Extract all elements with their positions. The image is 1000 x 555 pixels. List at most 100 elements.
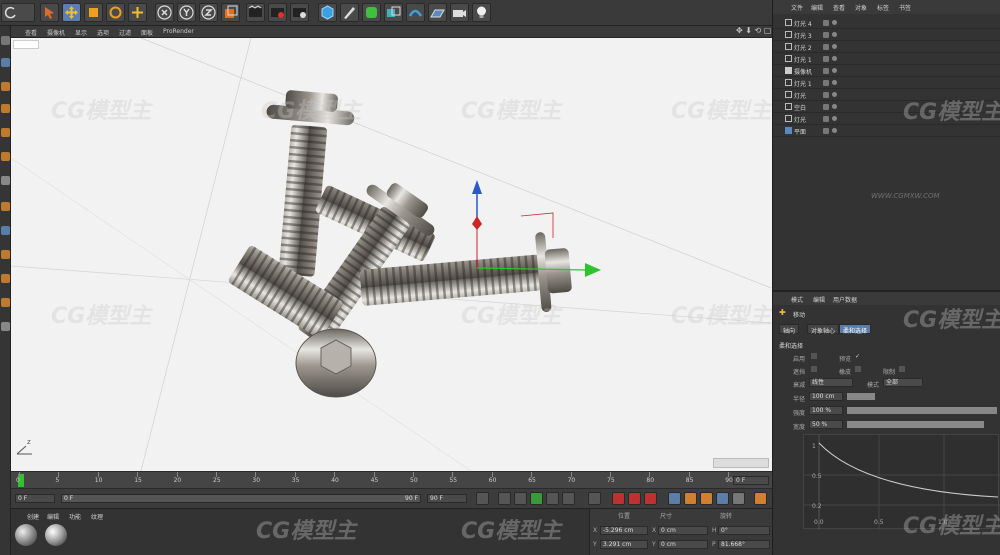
- key-pla-icon[interactable]: [732, 492, 745, 505]
- render-picture-viewer-icon[interactable]: [268, 3, 287, 22]
- workplane-icon[interactable]: [1, 250, 10, 259]
- render-view-icon[interactable]: [246, 3, 265, 22]
- coordinate-system-icon[interactable]: [221, 3, 240, 22]
- x-axis-lock-icon[interactable]: [155, 3, 174, 22]
- width-slider[interactable]: [847, 421, 984, 428]
- rubber-checkbox[interactable]: [855, 366, 861, 372]
- material-menu-function[interactable]: 功能: [69, 512, 81, 521]
- visibility-toggle[interactable]: [823, 116, 829, 122]
- axis-mode-icon[interactable]: [1, 176, 10, 185]
- go-to-end-icon[interactable]: [588, 492, 601, 505]
- z-axis-lock-icon[interactable]: [199, 3, 218, 22]
- edges-mode-icon[interactable]: [1, 128, 10, 137]
- record-icon[interactable]: [612, 492, 625, 505]
- render-toggle[interactable]: [832, 20, 837, 25]
- y-axis-lock-icon[interactable]: [177, 3, 196, 22]
- size-x-field[interactable]: 0 cm: [658, 526, 708, 535]
- om-menu-tags[interactable]: 标签: [877, 3, 889, 12]
- tab-axis[interactable]: 轴向: [779, 324, 800, 335]
- deformer-icon[interactable]: [406, 3, 425, 22]
- planar-workplane-icon[interactable]: [1, 298, 10, 307]
- timeline-window-icon[interactable]: [754, 492, 767, 505]
- material-menu-create[interactable]: 创建: [27, 512, 39, 521]
- render-toggle[interactable]: [832, 32, 837, 37]
- visibility-toggle[interactable]: [823, 20, 829, 26]
- render-toggle[interactable]: [832, 56, 837, 61]
- viewport-menu-filter[interactable]: 过滤: [119, 28, 131, 37]
- enable-checkbox[interactable]: [811, 353, 817, 359]
- om-menu-edit[interactable]: 编辑: [811, 3, 823, 12]
- material-swatch-2[interactable]: [45, 524, 67, 546]
- snap-icon[interactable]: [1, 226, 10, 235]
- restrict-checkbox[interactable]: [899, 366, 905, 372]
- current-frame-field[interactable]: 0 F: [733, 476, 769, 485]
- auto-key-icon[interactable]: [628, 492, 641, 505]
- 3d-viewport[interactable]: z CG模型主 CG模型主 CG模型主 CG模型主 CG模型主 CG模型主 CG…: [11, 38, 772, 471]
- render-toggle[interactable]: [832, 116, 837, 121]
- scale-tool-icon[interactable]: [84, 3, 103, 22]
- viewport-menu-options[interactable]: 选项: [97, 28, 109, 37]
- viewport-menu-cameras[interactable]: 摄像机: [47, 28, 65, 37]
- object-row[interactable]: 灯光 1: [773, 77, 1000, 89]
- visibility-toggle[interactable]: [823, 44, 829, 50]
- polygons-mode-icon[interactable]: [1, 152, 10, 161]
- keyframe-selection-icon[interactable]: [644, 492, 657, 505]
- previous-frame-icon[interactable]: [514, 492, 527, 505]
- render-toggle[interactable]: [832, 104, 837, 109]
- move-tool-icon[interactable]: [62, 3, 81, 22]
- visibility-toggle[interactable]: [823, 128, 829, 134]
- floor-icon[interactable]: [428, 3, 447, 22]
- cube-primitive-icon[interactable]: [318, 3, 337, 22]
- occlusion-checkbox[interactable]: [811, 366, 817, 372]
- render-toggle[interactable]: [832, 68, 837, 73]
- visibility-toggle[interactable]: [823, 80, 829, 86]
- tab-soft-selection[interactable]: 柔和选择: [839, 324, 872, 335]
- mode-select[interactable]: 全部: [883, 378, 923, 387]
- strength-field[interactable]: 100 %: [809, 406, 843, 415]
- position-x-field[interactable]: -5.296 cm: [600, 526, 648, 535]
- position-y-field[interactable]: 3.291 cm: [600, 540, 648, 549]
- select-tool-icon[interactable]: [40, 3, 59, 22]
- array-generator-icon[interactable]: [384, 3, 403, 22]
- model-mode-icon[interactable]: [1, 58, 10, 67]
- preview-checkbox[interactable]: ✓: [855, 353, 860, 360]
- tab-object-axis[interactable]: 对象轴心: [807, 324, 840, 335]
- undo-button[interactable]: [1, 3, 35, 22]
- object-row[interactable]: 灯光 2: [773, 41, 1000, 53]
- rotation-p-field[interactable]: 81.668°: [718, 540, 770, 549]
- visibility-toggle[interactable]: [823, 92, 829, 98]
- om-menu-bookmarks[interactable]: 书签: [899, 3, 911, 12]
- key-parameter-icon[interactable]: [716, 492, 729, 505]
- tweak-mode-icon[interactable]: [1, 202, 10, 211]
- material-menu-texture[interactable]: 纹理: [91, 512, 103, 521]
- start-frame-field[interactable]: 0 F: [15, 494, 55, 503]
- rotate-tool-icon[interactable]: [106, 3, 125, 22]
- render-toggle[interactable]: [832, 92, 837, 97]
- object-row[interactable]: 摄像机: [773, 65, 1000, 77]
- object-row[interactable]: 灯光 1: [773, 53, 1000, 65]
- viewport-menu-view[interactable]: 查看: [25, 28, 37, 37]
- am-menu-userdata[interactable]: 用户数据: [833, 295, 857, 304]
- render-toggle[interactable]: [832, 128, 837, 133]
- next-key-icon[interactable]: [562, 492, 575, 505]
- object-row[interactable]: 平面: [773, 125, 1000, 137]
- visibility-toggle[interactable]: [823, 56, 829, 62]
- rotation-h-field[interactable]: 0°: [718, 526, 770, 535]
- frame-range-slider[interactable]: 0 F 90 F: [61, 494, 421, 503]
- texture-mode-icon[interactable]: [1, 82, 10, 91]
- strength-slider[interactable]: [847, 407, 997, 414]
- am-menu-edit[interactable]: 编辑: [813, 295, 825, 304]
- visibility-toggle[interactable]: [823, 32, 829, 38]
- visibility-toggle[interactable]: [823, 104, 829, 110]
- object-row[interactable]: 灯光 4: [773, 17, 1000, 29]
- material-menu-edit[interactable]: 编辑: [47, 512, 59, 521]
- viewport-menu-panel[interactable]: 面板: [141, 28, 153, 37]
- timeline-ruler[interactable]: 0 5 10 15 20 25 30 35 40 45 50 55 60 65 70 75 80 85 90 0 F: [11, 471, 772, 488]
- points-mode-icon[interactable]: [1, 104, 10, 113]
- locked-workplane-icon[interactable]: [1, 274, 10, 283]
- width-field[interactable]: 50 %: [809, 420, 843, 429]
- am-menu-mode[interactable]: 模式: [791, 295, 803, 304]
- om-menu-view[interactable]: 查看: [833, 3, 845, 12]
- camera-icon[interactable]: [450, 3, 469, 22]
- render-toggle[interactable]: [832, 80, 837, 85]
